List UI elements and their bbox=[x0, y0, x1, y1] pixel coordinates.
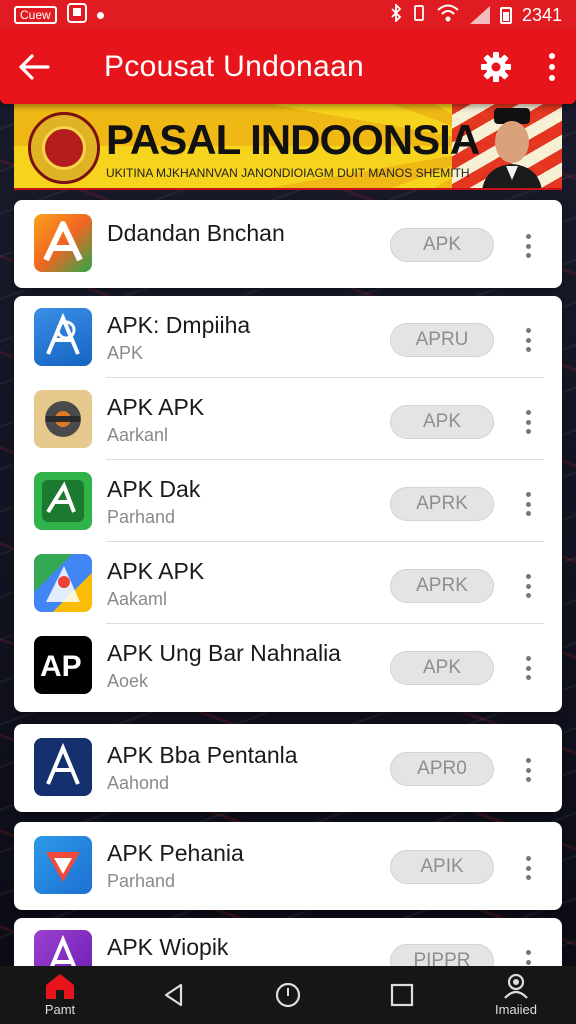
status-label: Cuew bbox=[14, 6, 57, 24]
nav-profile[interactable]: Imaiied bbox=[476, 966, 556, 1024]
item-menu-icon[interactable] bbox=[522, 232, 534, 260]
notification-icon bbox=[66, 3, 87, 27]
apk-download-button[interactable]: APRK bbox=[390, 569, 494, 603]
nav-home-label: Pamt bbox=[44, 1002, 76, 1017]
signal-icon bbox=[469, 6, 490, 24]
apk-download-button[interactable]: APK bbox=[390, 228, 494, 262]
page-title: Pcousat Undonaan bbox=[104, 50, 364, 83]
app-subtitle: Parhand bbox=[107, 871, 176, 891]
app-name: APK Ung Bar Nahnalia bbox=[107, 640, 341, 666]
app-subtitle: Aakaml bbox=[107, 589, 168, 609]
wifi-icon bbox=[436, 4, 460, 26]
list-item[interactable]: APK Dak Parhand APRK bbox=[14, 460, 562, 542]
app-bar: Pcousat Undonaan bbox=[0, 30, 576, 104]
apk-gear-icon bbox=[34, 390, 92, 448]
svg-text:AP: AP bbox=[40, 650, 82, 683]
apk-download-button[interactable]: APRU bbox=[390, 323, 494, 357]
app-name: APK: Dmpiiha bbox=[107, 312, 251, 338]
garuda-emblem-icon bbox=[28, 112, 100, 184]
dot-icon bbox=[96, 11, 104, 19]
battery-icon bbox=[499, 6, 512, 24]
item-menu-icon[interactable] bbox=[522, 654, 534, 682]
app-subtitle: Aoek bbox=[107, 671, 149, 691]
nav-home[interactable]: Pamt bbox=[20, 966, 100, 1024]
item-menu-icon[interactable] bbox=[522, 490, 534, 518]
list-item[interactable]: APK: Dmpiiha APK APRU bbox=[14, 296, 562, 378]
home-icon bbox=[46, 974, 74, 999]
app-name: APK APK bbox=[107, 394, 205, 420]
list-item[interactable]: APK Bba Pentanla Aahond APR0 bbox=[14, 724, 562, 812]
apk-red-blue-icon bbox=[34, 836, 92, 894]
app-name: APK Bba Pentanla bbox=[107, 742, 298, 768]
app-name: Ddandan Bnchan bbox=[107, 220, 285, 246]
featured-card: Ddandan Bnchan APK bbox=[14, 200, 562, 288]
nav-home-circle[interactable] bbox=[248, 966, 328, 1024]
apk-download-button[interactable]: APR0 bbox=[390, 752, 494, 786]
nav-back[interactable] bbox=[134, 966, 214, 1024]
app-list-card: APK: Dmpiiha APK APRU APK APK Aarkanl AP… bbox=[14, 296, 562, 712]
app-subtitle: Parhand bbox=[107, 507, 176, 527]
apk-maps-icon bbox=[34, 554, 92, 612]
list-item[interactable]: APK Pehania Parhand APIK bbox=[14, 822, 562, 910]
apk-download-button[interactable]: APK bbox=[390, 405, 494, 439]
app-name: APK Pehania bbox=[107, 840, 244, 866]
app-list-card: APK Bba Pentanla Aahond APR0 bbox=[14, 724, 562, 812]
gear-icon[interactable] bbox=[478, 49, 514, 85]
list-item[interactable]: AP APK Ung Bar Nahnalia Aoek APK bbox=[14, 624, 562, 706]
app-name: APK Wiopik bbox=[107, 934, 229, 960]
app-logo-icon bbox=[34, 214, 92, 272]
app-list-card: APK Pehania Parhand APIK bbox=[14, 822, 562, 910]
apk-ap-black-icon: AP bbox=[34, 636, 92, 694]
bluetooth-icon bbox=[390, 2, 402, 26]
item-menu-icon[interactable] bbox=[522, 326, 534, 354]
vibrate-icon bbox=[412, 4, 426, 26]
apk-download-button[interactable]: APRK bbox=[390, 487, 494, 521]
back-arrow-icon[interactable] bbox=[14, 47, 54, 87]
apk-green-icon bbox=[34, 472, 92, 530]
circle-home-icon bbox=[275, 982, 301, 1008]
item-menu-icon[interactable] bbox=[522, 572, 534, 600]
apk-download-button[interactable]: APIK bbox=[390, 850, 494, 884]
app-name: APK Dak bbox=[107, 476, 201, 502]
app-subtitle: Aarkanl bbox=[107, 425, 169, 445]
app-name: APK APK bbox=[107, 558, 205, 584]
person-portrait-icon bbox=[482, 108, 542, 188]
more-options-icon[interactable] bbox=[542, 49, 562, 85]
nav-recents[interactable] bbox=[362, 966, 442, 1024]
bottom-navigation: Pamt Imaiied bbox=[0, 966, 576, 1024]
square-recents-icon bbox=[390, 983, 414, 1007]
clock: 2341 bbox=[521, 4, 562, 25]
promo-banner[interactable]: PASAL INDOONSIA UKITINA MJKHANNVAN JANON… bbox=[14, 104, 562, 190]
app-subtitle: APK bbox=[107, 343, 144, 363]
nav-profile-label: Imaiied bbox=[495, 1002, 537, 1017]
profile-icon bbox=[504, 973, 528, 999]
back-triangle-icon bbox=[164, 983, 183, 1007]
banner-headline: PASAL INDOONSIA bbox=[106, 116, 480, 163]
item-menu-icon[interactable] bbox=[522, 408, 534, 436]
apk-blue-icon bbox=[34, 308, 92, 366]
apk-download-button[interactable]: APK bbox=[390, 651, 494, 685]
apk-navy-icon bbox=[34, 738, 92, 796]
item-menu-icon[interactable] bbox=[522, 854, 534, 882]
list-item[interactable]: APK APK Aakaml APRK bbox=[14, 542, 562, 624]
app-subtitle: Aahond bbox=[107, 773, 170, 793]
banner-subtitle: UKITINA MJKHANNVAN JANONDIOIAGM DUIT MAN… bbox=[106, 166, 470, 180]
item-menu-icon[interactable] bbox=[522, 756, 534, 784]
list-item[interactable]: Ddandan Bnchan APK bbox=[14, 200, 562, 288]
status-bar: Cuew 2341 bbox=[0, 0, 576, 30]
list-item[interactable]: APK APK Aarkanl APK bbox=[14, 378, 562, 460]
